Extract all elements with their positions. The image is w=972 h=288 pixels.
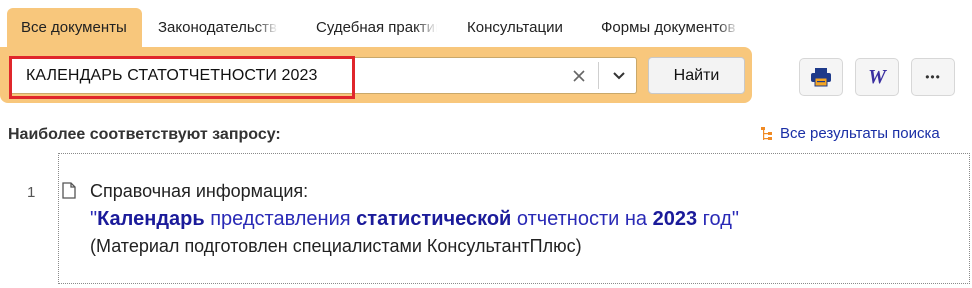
tab-document-forms[interactable]: Формы документов bbox=[580, 8, 739, 48]
printer-icon bbox=[811, 68, 831, 87]
tab-consultations[interactable]: Консультации bbox=[437, 8, 580, 48]
search-history-dropdown[interactable] bbox=[604, 61, 634, 90]
tab-all-documents[interactable]: Все документы bbox=[7, 8, 142, 48]
title-part: представления bbox=[204, 208, 357, 230]
title-part-highlight: 2023 bbox=[652, 208, 698, 230]
tab-bar: Все документы Законодательство Судебная … bbox=[7, 8, 739, 48]
more-icon: ••• bbox=[925, 70, 941, 84]
result-note: (Материал подготовлен специалистами Конс… bbox=[90, 236, 582, 256]
print-button[interactable] bbox=[799, 58, 843, 96]
result-category: Справочная информация: bbox=[90, 181, 309, 201]
chevron-down-icon bbox=[613, 71, 625, 79]
results-title: Наиболее соответствуют запросу: bbox=[8, 126, 281, 143]
save-to-word-button[interactable]: W bbox=[855, 58, 899, 96]
title-part-highlight: статистической bbox=[356, 208, 512, 230]
clear-search-button[interactable] bbox=[565, 61, 593, 90]
tab-label: Формы документов bbox=[601, 19, 736, 36]
result-title-link[interactable]: "Календарь представления статистической … bbox=[90, 208, 739, 231]
tab-label: Консультации bbox=[467, 19, 563, 36]
tab-label: Все документы bbox=[21, 19, 127, 36]
title-part: отчетности на bbox=[511, 208, 653, 230]
tab-legislation[interactable]: Законодательство bbox=[142, 8, 278, 48]
tree-list-icon bbox=[761, 126, 772, 140]
tab-court-practice[interactable]: Судебная практика bbox=[278, 8, 437, 48]
word-icon: W bbox=[868, 65, 886, 88]
document-icon bbox=[62, 182, 76, 204]
find-button[interactable]: Найти bbox=[648, 57, 745, 94]
more-actions-button[interactable]: ••• bbox=[911, 58, 955, 96]
result-number: 1 bbox=[27, 184, 36, 201]
title-part: год" bbox=[697, 208, 739, 230]
title-part-highlight: Календарь bbox=[97, 208, 205, 230]
close-icon bbox=[573, 69, 585, 82]
search-divider bbox=[598, 62, 599, 89]
all-results-label: Все результаты поиска bbox=[780, 125, 940, 142]
search-query-highlight bbox=[9, 56, 355, 99]
all-results-link[interactable]: Все результаты поиска bbox=[760, 125, 940, 142]
